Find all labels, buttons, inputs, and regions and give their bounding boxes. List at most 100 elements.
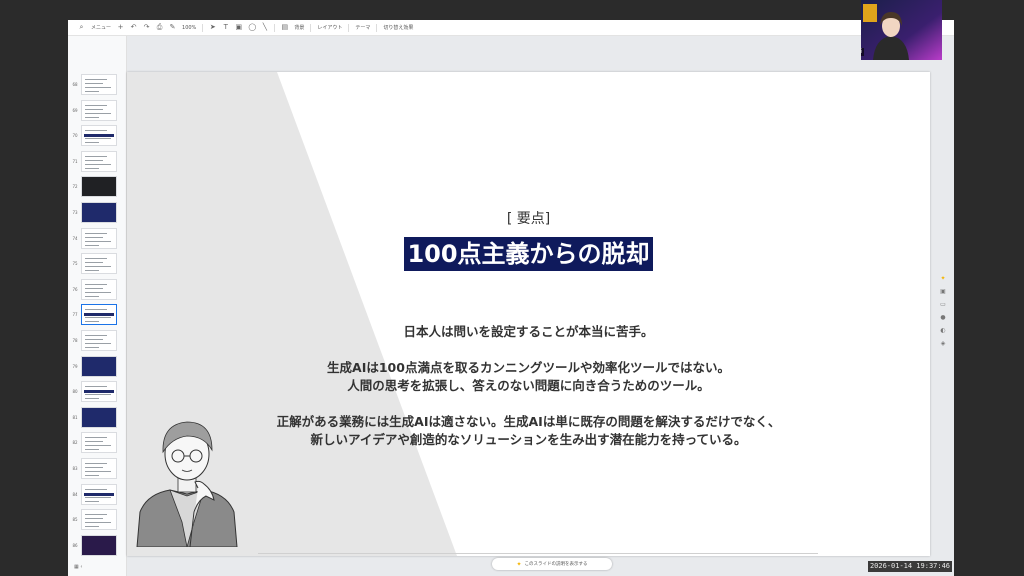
slide-number: 78	[72, 338, 78, 343]
thumbnail-text-line	[85, 287, 103, 289]
cursor-select-icon[interactable]: ➤	[209, 24, 216, 31]
calendar-icon[interactable]: ▣	[939, 288, 947, 296]
slide-thumbnail[interactable]	[81, 125, 117, 147]
thumbnail-text-line	[85, 343, 111, 344]
thumbnail-text-line	[85, 339, 103, 340]
thumbnail-text-line	[85, 142, 99, 144]
right-side-panel: ✦ ▣ ▭ ● ◐ ◈	[934, 275, 952, 365]
thumbnail-text-line	[85, 514, 107, 516]
paint-format-icon[interactable]: ✎	[169, 24, 176, 31]
menu-button[interactable]: メニュー	[91, 24, 111, 31]
slide-thumbnail[interactable]	[81, 381, 117, 403]
thumbnail-text-line	[85, 91, 99, 92]
filmstrip-slide-item[interactable]: 72	[68, 176, 126, 200]
body-line: 新しいアイデアや創造的なソリューションを生み出す潜在能力を持っている。	[310, 432, 747, 447]
filmstrip-slide-item[interactable]: 81	[68, 406, 126, 431]
slide-thumbnail[interactable]	[81, 458, 117, 479]
filmstrip-slide-item[interactable]: 78	[68, 330, 126, 354]
slide-thumbnail[interactable]	[81, 176, 117, 198]
slide-thumbnail[interactable]	[81, 253, 117, 275]
slide-notes-toggle[interactable]: ✦ このスライドの説明を表示する	[492, 558, 612, 570]
slide-thumbnail[interactable]	[81, 509, 117, 531]
filmstrip-slide-item[interactable]: 79	[68, 355, 126, 380]
layout-button[interactable]: レイアウト	[317, 24, 342, 31]
thumbnail-text-line	[85, 112, 111, 114]
thumbnail-text-line	[85, 270, 99, 272]
slide-thumbnail[interactable]	[81, 432, 117, 454]
slide-thumbnail[interactable]	[81, 304, 117, 326]
thumbnail-text-line	[85, 155, 107, 157]
toolbar-divider	[310, 23, 312, 32]
thumbnail-text-line	[85, 500, 99, 502]
filmstrip-slide-item[interactable]: 76	[68, 278, 126, 303]
filmstrip-slide-item[interactable]: 77	[68, 304, 126, 328]
thumbnail-text-line	[85, 398, 99, 400]
filmstrip-slide-item[interactable]: 82	[68, 432, 126, 456]
filmstrip-slide-item[interactable]: 85	[68, 509, 126, 533]
slide-thumbnail[interactable]	[81, 99, 117, 121]
undo-icon[interactable]: ↶	[130, 24, 137, 31]
print-icon[interactable]: ⎙	[156, 24, 163, 31]
speaker-notes-divider[interactable]	[258, 553, 818, 554]
thumbnail-text-line	[85, 335, 107, 336]
image-icon[interactable]: ▣	[235, 24, 243, 31]
current-slide[interactable]: [ 要点] 100点主義からの脱却 日本人は問いを設定することが本当に苦手。 生…	[127, 72, 930, 556]
maps-icon[interactable]: ◈	[939, 340, 947, 348]
thumbnail-text-line	[85, 347, 99, 348]
thumbnail-text-line	[85, 471, 111, 472]
slide-number: 82	[72, 440, 78, 446]
zoom-select[interactable]: 100%	[182, 25, 196, 31]
filmstrip-slide-item[interactable]: 70	[68, 125, 126, 149]
filmstrip-slide-item[interactable]: 84	[68, 483, 126, 508]
slide-number: 75	[72, 261, 78, 267]
filmstrip-slide-item[interactable]: 69	[68, 99, 126, 124]
slide-thumbnail[interactable]	[81, 227, 117, 249]
participant-name: 講師	[861, 48, 865, 56]
add-slide-icon[interactable]: +	[117, 24, 124, 31]
thumbnail-text-line	[85, 496, 111, 498]
slide-background-shape	[127, 72, 457, 556]
keep-icon[interactable]: ●	[939, 314, 947, 322]
slide-thumbnail[interactable]	[81, 534, 117, 556]
grid-view-icon[interactable]: ▦ ‹	[74, 564, 82, 570]
slide-thumbnail[interactable]	[81, 330, 117, 351]
filmstrip-slide-item[interactable]: 75	[68, 253, 126, 277]
slide-thumbnail[interactable]	[81, 406, 117, 428]
slide-thumbnail[interactable]	[81, 202, 117, 223]
slide-thumbnail[interactable]	[81, 278, 117, 300]
thumbnail-title-band	[84, 134, 114, 138]
slide-thumbnail[interactable]	[81, 483, 117, 505]
filmstrip-slide-item[interactable]: 83	[68, 458, 126, 482]
line-icon[interactable]: ╲	[261, 24, 268, 31]
theme-button[interactable]: テーマ	[355, 24, 370, 31]
comment-icon[interactable]: ▤	[281, 24, 289, 31]
text-box-icon[interactable]: T	[222, 24, 229, 31]
slide-thumbnail[interactable]	[81, 355, 117, 377]
thumbnail-text-line	[85, 449, 99, 451]
slides-app-window: ⌕ メニュー + ↶ ↷ ⎙ ✎ 100% ➤ T ▣ ◯ ╲ ▤ 背景 レイア…	[68, 20, 954, 576]
slide-thumbnail[interactable]	[81, 74, 117, 95]
filmstrip-slide-item[interactable]: 71	[68, 150, 126, 175]
redo-icon[interactable]: ↷	[143, 24, 150, 31]
slide-thumbnail[interactable]	[81, 150, 117, 172]
filmstrip-slide-item[interactable]: 74	[68, 227, 126, 252]
background-button[interactable]: 背景	[294, 24, 304, 31]
filmstrip-slide-item[interactable]: 73	[68, 202, 126, 226]
thumbnail-text-line	[85, 291, 111, 293]
shape-icon[interactable]: ◯	[248, 24, 256, 31]
thumbnail-text-line	[85, 240, 111, 242]
filmstrip-slide-item[interactable]: 86	[68, 534, 126, 559]
filmstrip-slide-item[interactable]: 80	[68, 381, 126, 405]
transition-button[interactable]: 切り替え効果	[383, 24, 413, 31]
filmstrip-slide-item[interactable]: 68	[68, 74, 126, 98]
slide-number: 69	[72, 107, 78, 113]
slide-filmstrip[interactable]: ▦ ‹ 68 69 70 71 72 73 74 75 76 77 78 79 80 81 82 83 84 85…	[68, 36, 127, 576]
search-icon[interactable]: ⌕	[78, 24, 85, 31]
contacts-icon[interactable]: ◐	[939, 327, 947, 335]
lightbulb-icon[interactable]: ✦	[939, 275, 947, 283]
tasks-icon[interactable]: ▭	[939, 301, 947, 309]
toolbar-divider	[376, 23, 378, 32]
webcam-video	[861, 0, 942, 60]
slide-number: 84	[72, 491, 78, 497]
thumbnail-text-line	[85, 116, 99, 118]
